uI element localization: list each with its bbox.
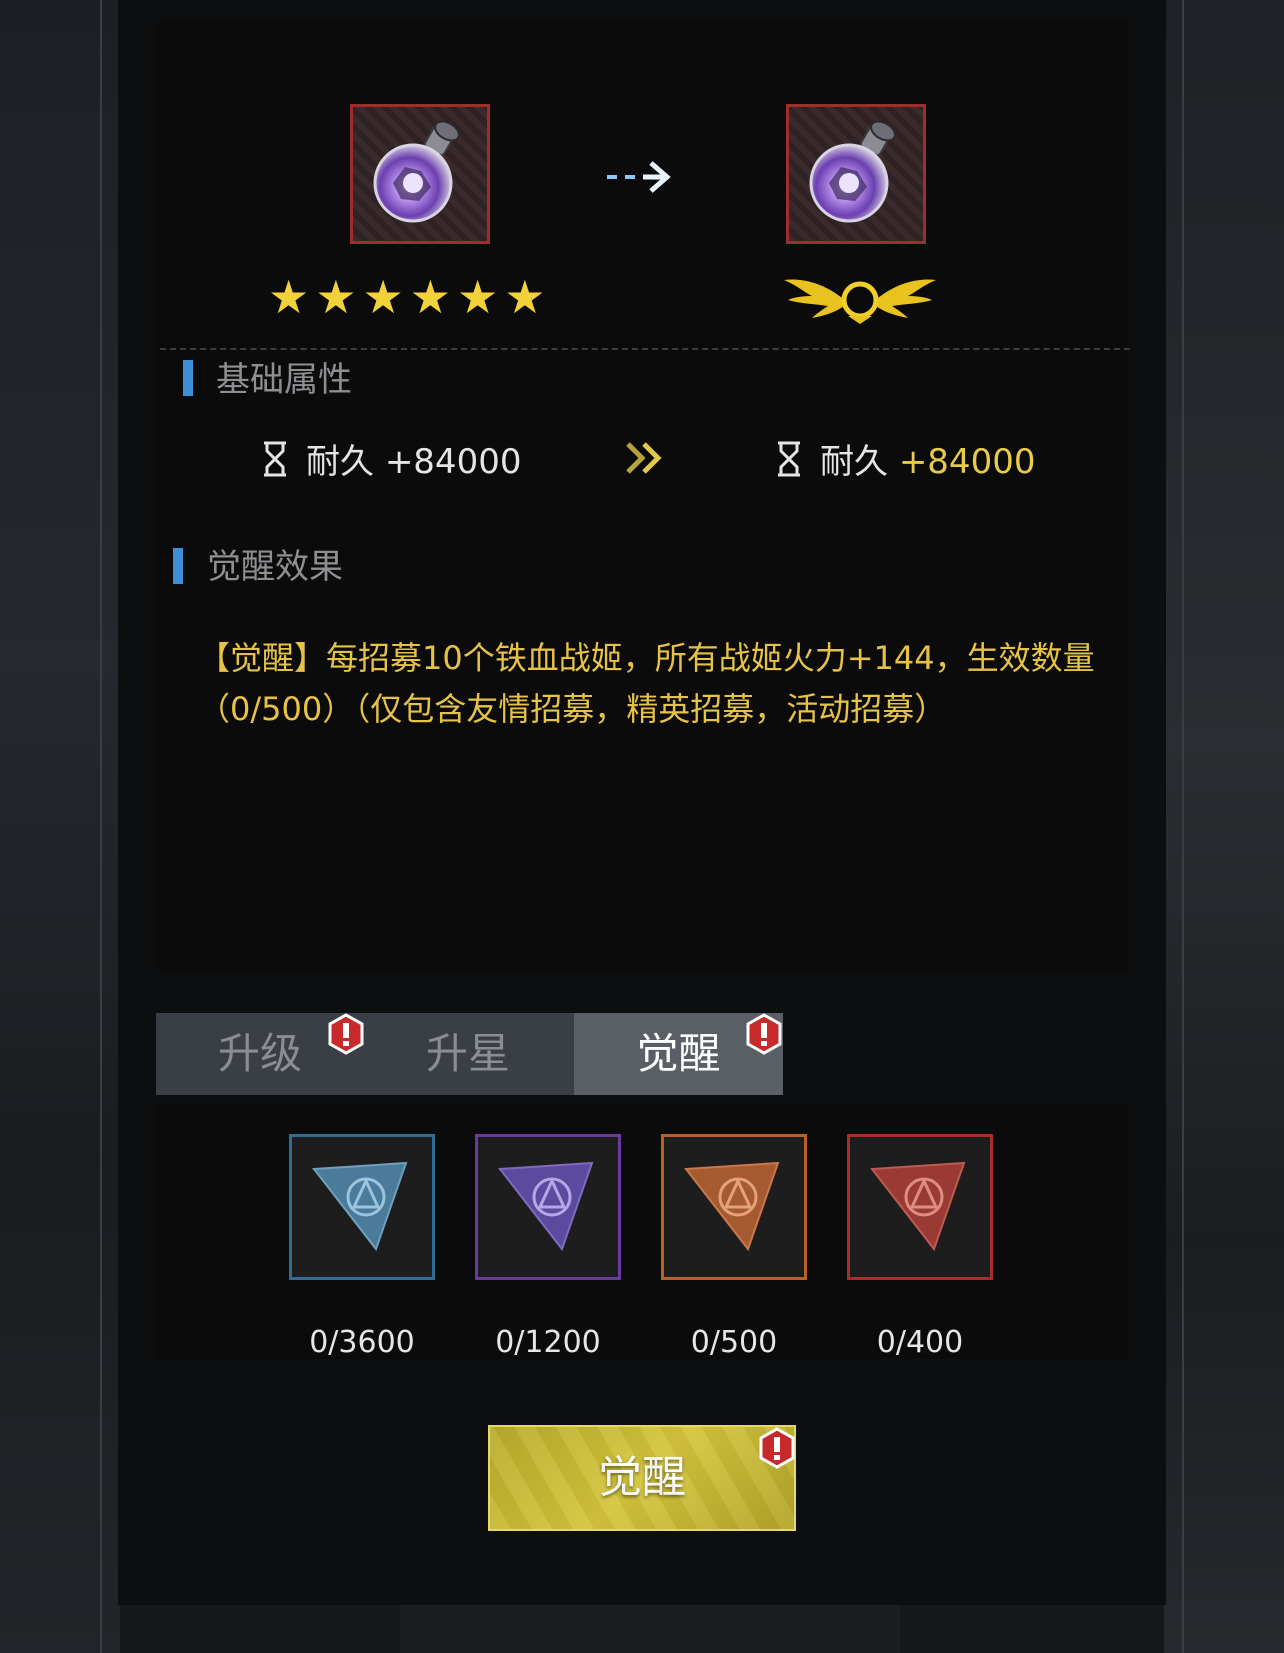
section-marker xyxy=(183,360,193,396)
double-chevron-icon xyxy=(626,442,662,474)
awaken-wings-icon xyxy=(784,279,936,324)
attr-after-label: 耐久 xyxy=(820,442,888,482)
red-core-chip-icon xyxy=(870,1161,966,1252)
item-after-slot[interactable] xyxy=(786,104,926,244)
awaken-button-label: 觉醒 xyxy=(598,1452,686,1503)
material-slot-purple[interactable]: 0/1200 xyxy=(475,1134,621,1360)
alert-badge-icon xyxy=(328,1013,364,1055)
tab-awaken-label: 觉醒 xyxy=(636,1029,721,1078)
awaken-effect-title: 觉醒效果 xyxy=(207,547,343,587)
attr-before: 耐久 +84000 xyxy=(262,441,521,482)
material-slot-orange[interactable]: 0/500 xyxy=(661,1134,807,1360)
material-count-purple: 0/1200 xyxy=(495,1325,601,1360)
tab-upgrade-label: 升级 xyxy=(217,1029,302,1078)
durability-icon xyxy=(778,441,800,477)
blue-core-chip-icon xyxy=(312,1161,408,1252)
awaken-button[interactable]: 觉醒 xyxy=(488,1425,796,1531)
tab-star-up-label: 升星 xyxy=(425,1029,510,1078)
material-slot-red[interactable]: 0/400 xyxy=(847,1134,993,1360)
material-count-orange: 0/500 xyxy=(690,1325,778,1360)
alert-badge-icon xyxy=(759,1427,795,1469)
material-count-blue: 0/3600 xyxy=(309,1325,415,1360)
attr-after: 耐久 +84000 xyxy=(776,441,1035,482)
tab-star-up[interactable]: 升星 xyxy=(364,1013,572,1095)
star-rating: ★★★★★★ xyxy=(268,270,552,324)
purple-core-chip-icon xyxy=(498,1161,594,1252)
durability-icon xyxy=(264,441,286,477)
item-before-slot[interactable] xyxy=(350,104,490,244)
attr-before-value: +84000 xyxy=(384,442,522,482)
orange-core-chip-icon xyxy=(684,1161,780,1252)
alert-badge-icon xyxy=(746,1013,782,1055)
background-right xyxy=(1164,0,1284,1653)
potion-flask-icon xyxy=(809,120,896,223)
background-bottom xyxy=(400,1605,900,1653)
section-divider xyxy=(160,348,1130,350)
material-slot-blue[interactable]: 0/3600 xyxy=(289,1134,435,1360)
materials-panel: 0/3600 0/1200 0/500 0/400 xyxy=(156,1104,1128,1360)
material-count-red: 0/400 xyxy=(876,1325,964,1360)
attr-before-label: 耐久 xyxy=(306,442,374,482)
base-attr-title: 基础属性 xyxy=(216,360,352,400)
tab-bar: 升级 升星 觉醒 xyxy=(156,1013,783,1095)
section-marker xyxy=(173,548,183,584)
background-left xyxy=(0,0,120,1653)
attr-after-value: +84000 xyxy=(898,442,1036,482)
potion-flask-icon xyxy=(373,120,460,223)
awaken-effect-text: 【觉醒】每招募10个铁血战姬，所有战姬火力+144，生效数量（0/500）（仅包… xyxy=(198,639,1095,728)
upgrade-arrow-icon xyxy=(607,161,671,193)
